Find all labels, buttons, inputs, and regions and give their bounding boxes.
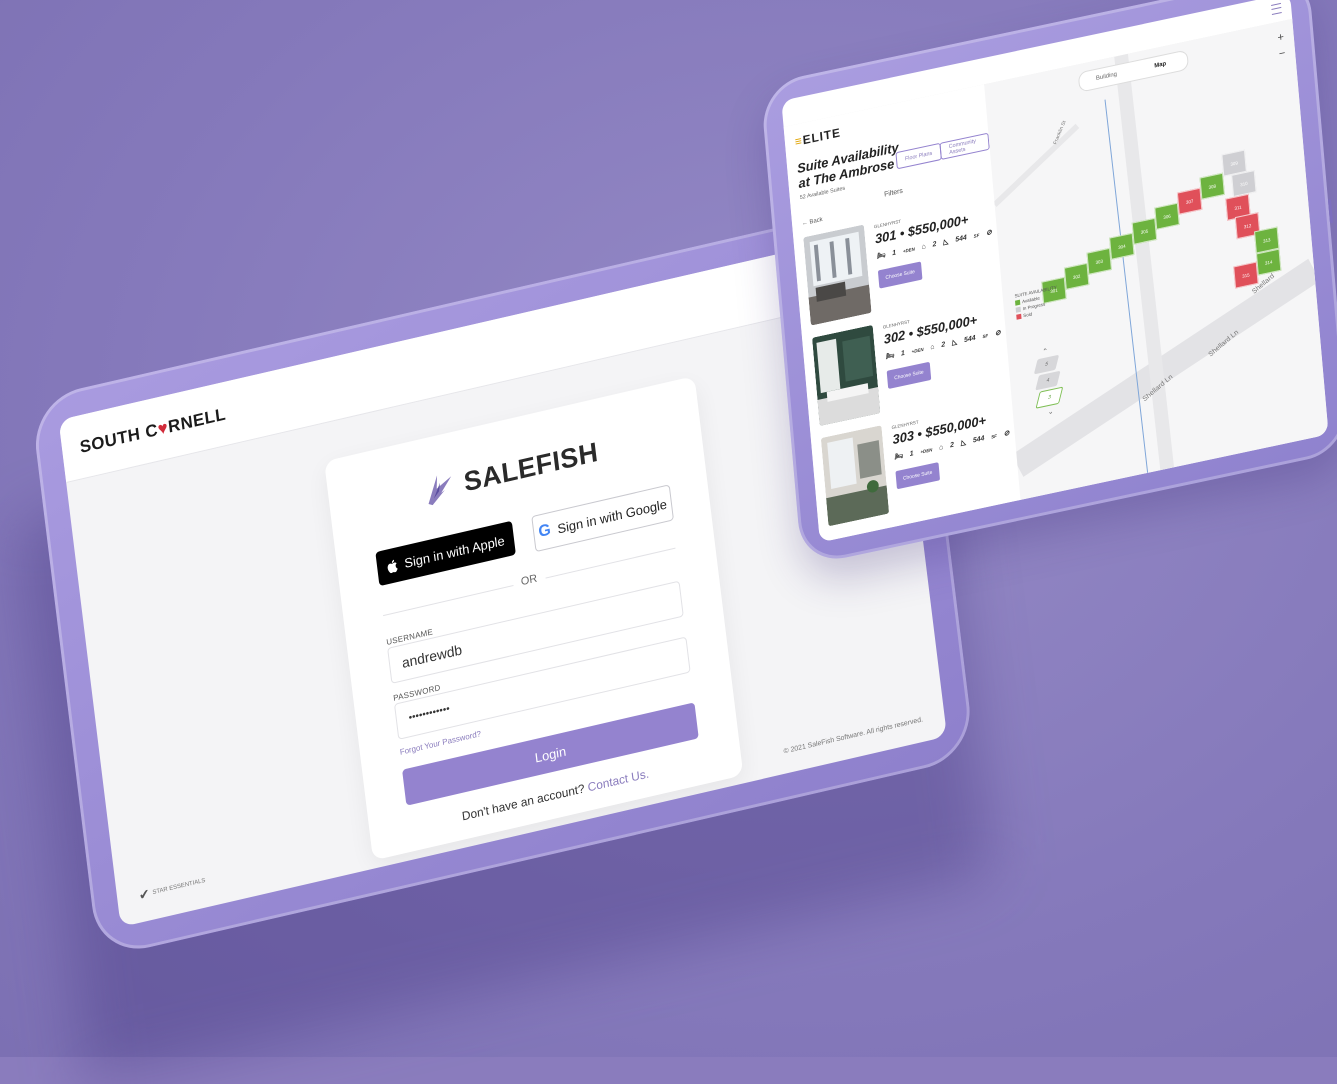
apple-icon xyxy=(387,559,398,573)
community-assets-button[interactable]: Community Assets xyxy=(939,132,990,161)
choose-suite-button[interactable]: Choose Suite xyxy=(886,361,932,389)
contact-us-link[interactable]: Contact Us. xyxy=(587,766,650,794)
bath-icon: ⌂ xyxy=(938,443,944,452)
bed-icon: 🛏 xyxy=(885,352,895,361)
menu-icon[interactable] xyxy=(1271,2,1282,16)
compass-icon: ⊘ xyxy=(994,329,1001,338)
choose-suite-button[interactable]: Choose Suite xyxy=(877,261,923,289)
brand-logo[interactable]: SOUTH C♥RNELL xyxy=(79,404,227,458)
bed-icon: 🛏 xyxy=(893,452,904,462)
area-icon: ◺ xyxy=(942,238,949,247)
salefish-wordmark: SALEFISH xyxy=(462,436,600,497)
star-essentials-badge: ✔ STAR ESSENTIALS xyxy=(138,877,206,904)
page-title: Suite Availability at The Ambrose xyxy=(796,139,900,192)
login-card: SALEFISH Sign in with Apple G Sign in wi… xyxy=(324,375,744,861)
bath-icon: ⌂ xyxy=(930,342,935,351)
area-icon: ◺ xyxy=(951,338,958,347)
suite-photo xyxy=(803,224,872,326)
zoom-in-icon[interactable]: + xyxy=(1277,29,1285,46)
bed-icon: 🛏 xyxy=(876,251,886,261)
salefish-mark-icon xyxy=(421,467,458,509)
checkmark-icon: ✔ xyxy=(138,885,151,904)
elite-logo[interactable]: ≡ELITE xyxy=(794,125,841,149)
choose-suite-button[interactable]: Choose Suite xyxy=(895,462,941,490)
google-icon: G xyxy=(537,521,552,541)
sign-in-apple-button[interactable]: Sign in with Apple xyxy=(375,520,516,587)
sign-in-google-button[interactable]: G Sign in with Google xyxy=(531,484,675,553)
suite-list-panel: ≡ELITE Suite Availability at The Ambrose… xyxy=(783,84,1028,543)
suite-photo xyxy=(820,425,890,527)
floor-selector: ⌃ 5 4 3 ⌄ xyxy=(1027,344,1068,420)
site-map[interactable]: Shellard Ln Shellard Ln Shellard Frankli… xyxy=(984,18,1329,500)
back-link[interactable]: ← Back xyxy=(802,217,823,227)
area-icon: ◺ xyxy=(960,438,967,448)
zoom-out-icon[interactable]: − xyxy=(1278,45,1286,62)
compass-icon: ⊘ xyxy=(985,228,993,238)
suite-photo xyxy=(811,324,881,427)
compass-icon: ⊘ xyxy=(1003,429,1010,438)
bath-icon: ⌂ xyxy=(921,242,927,251)
salefish-logo: SALEFISH xyxy=(421,434,600,510)
filters-toggle[interactable]: Filters xyxy=(884,188,903,199)
